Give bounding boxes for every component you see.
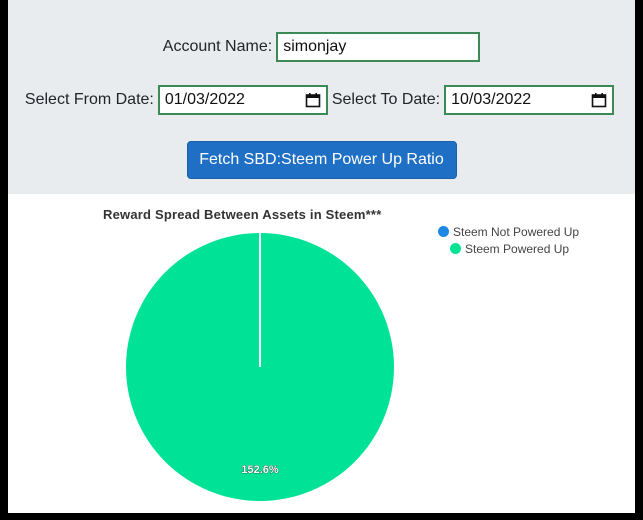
pie-chart: 152.6% — [126, 233, 394, 501]
app-frame: Account Name: simonjay Select From Date:… — [8, 0, 635, 513]
pie-data-label: 152.6% — [241, 464, 279, 476]
